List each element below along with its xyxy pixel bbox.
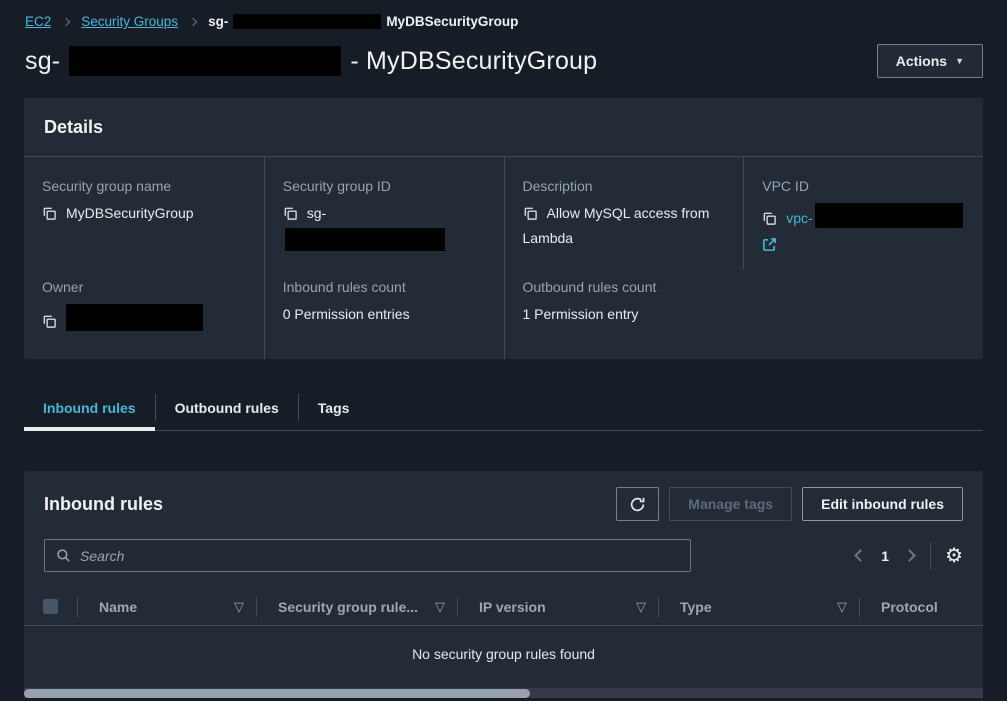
select-all-checkbox[interactable] — [43, 599, 58, 614]
refresh-button[interactable] — [616, 487, 659, 521]
actions-button[interactable]: Actions ▼ — [877, 44, 983, 78]
manage-tags-button[interactable]: Manage tags — [669, 487, 792, 521]
column-label: Security group rule... — [278, 599, 418, 615]
title-sg-name: - MyDBSecurityGroup — [350, 47, 597, 76]
redacted-value — [815, 203, 963, 228]
inbound-rules-title: Inbound rules — [44, 494, 163, 515]
field-label: Owner — [42, 279, 246, 295]
inbound-rules-header: Inbound rules Manage tags Edit inbound r… — [24, 471, 983, 533]
field-label: Security group name — [42, 178, 246, 194]
external-link-icon[interactable] — [762, 237, 965, 257]
empty-state-message: No security group rules found — [24, 626, 983, 682]
redacted-sg-id — [69, 46, 341, 76]
edit-inbound-rules-button[interactable]: Edit inbound rules — [802, 487, 963, 521]
copy-icon[interactable] — [42, 206, 57, 228]
details-panel: Details Security group name MyDBSecurity… — [24, 98, 983, 359]
actions-button-label: Actions — [896, 53, 947, 69]
horizontal-scrollbar-thumb[interactable] — [24, 689, 530, 698]
column-header-security-group-rule[interactable]: Security group rule... ▽ — [257, 599, 457, 615]
settings-gear-icon[interactable]: ⚙ — [945, 546, 963, 566]
field-value: 1 Permission entry — [523, 306, 639, 322]
breadcrumb-chevron-icon — [189, 17, 197, 25]
next-page-icon[interactable] — [903, 550, 916, 563]
page-header: sg- - MyDBSecurityGroup Actions ▼ — [0, 40, 1007, 98]
field-description: Description Allow MySQL access from Lamb… — [504, 157, 744, 269]
field-vpc-id: VPC ID vpc- — [743, 157, 983, 269]
field-security-group-name: Security group name MyDBSecurityGroup — [24, 157, 264, 269]
column-header-ip-version[interactable]: IP version ▽ — [458, 599, 658, 615]
field-outbound-rules-count: Outbound rules count 1 Permission entry — [504, 269, 744, 360]
field-owner: Owner — [24, 269, 264, 360]
redacted-value — [66, 304, 203, 331]
vpc-link[interactable]: vpc- — [786, 210, 812, 226]
details-panel-header: Details — [24, 98, 983, 157]
column-label: IP version — [479, 599, 546, 615]
field-inbound-rules-count: Inbound rules count 0 Permission entries — [264, 269, 504, 360]
copy-icon[interactable] — [42, 314, 57, 336]
search-box — [44, 539, 691, 572]
filter-icon[interactable]: ▽ — [636, 599, 646, 615]
breadcrumb-sg-name: MyDBSecurityGroup — [386, 14, 518, 29]
column-header-type[interactable]: Type ▽ — [659, 599, 859, 615]
filter-icon[interactable]: ▽ — [435, 599, 445, 615]
search-icon — [56, 548, 71, 563]
pagination: 1 ⚙ — [856, 542, 963, 570]
field-label: Outbound rules count — [523, 279, 726, 295]
tab-label: Tags — [318, 400, 350, 416]
field-value-prefix: sg- — [307, 205, 326, 221]
tab-inbound-rules[interactable]: Inbound rules — [24, 385, 155, 430]
details-grid: Security group name MyDBSecurityGroup Se… — [24, 157, 983, 359]
column-label: Name — [99, 599, 137, 615]
title-sg-prefix: sg- — [25, 47, 60, 76]
redacted-sg-id — [233, 14, 381, 29]
caret-down-icon: ▼ — [955, 56, 964, 66]
redacted-value — [285, 228, 445, 251]
copy-icon[interactable] — [283, 206, 298, 228]
pager-divider — [930, 542, 931, 570]
breadcrumb-sg-prefix: sg- — [208, 14, 228, 29]
table-header-row: Name ▽ Security group rule... ▽ IP versi… — [24, 588, 983, 626]
breadcrumb-link-security-groups[interactable]: Security Groups — [81, 14, 178, 29]
field-label: Description — [523, 178, 726, 194]
field-value: MyDBSecurityGroup — [66, 205, 194, 221]
tab-tags[interactable]: Tags — [299, 385, 369, 430]
breadcrumb-chevron-icon — [62, 17, 70, 25]
field-label: Inbound rules count — [283, 279, 486, 295]
search-input[interactable] — [80, 548, 679, 564]
column-header-name[interactable]: Name ▽ — [78, 599, 256, 615]
field-security-group-id: Security group ID sg- — [264, 157, 504, 269]
page-title: sg- - MyDBSecurityGroup — [25, 46, 597, 76]
inbound-rules-panel: Inbound rules Manage tags Edit inbound r… — [24, 471, 983, 698]
header-actions: Manage tags Edit inbound rules — [616, 487, 963, 521]
tab-label: Inbound rules — [43, 400, 136, 416]
field-label: VPC ID — [762, 178, 965, 194]
details-title: Details — [44, 117, 963, 138]
horizontal-scrollbar-track[interactable] — [24, 688, 983, 698]
page-number: 1 — [881, 548, 889, 564]
column-label: Type — [680, 599, 712, 615]
field-value: 0 Permission entries — [283, 306, 410, 322]
field-label: Security group ID — [283, 178, 486, 194]
breadcrumb: EC2 Security Groups sg- MyDBSecurityGrou… — [0, 0, 1007, 40]
copy-icon[interactable] — [762, 211, 777, 233]
previous-page-icon[interactable] — [854, 550, 867, 563]
tab-label: Outbound rules — [175, 400, 279, 416]
filter-icon[interactable]: ▽ — [234, 599, 244, 615]
tab-outbound-rules[interactable]: Outbound rules — [156, 385, 298, 430]
field-value: Allow MySQL access from Lambda — [523, 205, 710, 246]
refresh-icon — [629, 496, 646, 513]
breadcrumb-link-ec2[interactable]: EC2 — [25, 14, 51, 29]
filter-icon[interactable]: ▽ — [837, 599, 847, 615]
breadcrumb-current: sg- MyDBSecurityGroup — [208, 14, 518, 29]
tab-bar: Inbound rules Outbound rules Tags — [24, 385, 983, 431]
column-label: Protocol — [881, 599, 938, 615]
search-row: 1 ⚙ — [24, 533, 983, 588]
copy-icon[interactable] — [523, 206, 538, 228]
checkbox-cell — [24, 599, 77, 614]
column-header-protocol[interactable]: Protocol — [860, 599, 983, 615]
